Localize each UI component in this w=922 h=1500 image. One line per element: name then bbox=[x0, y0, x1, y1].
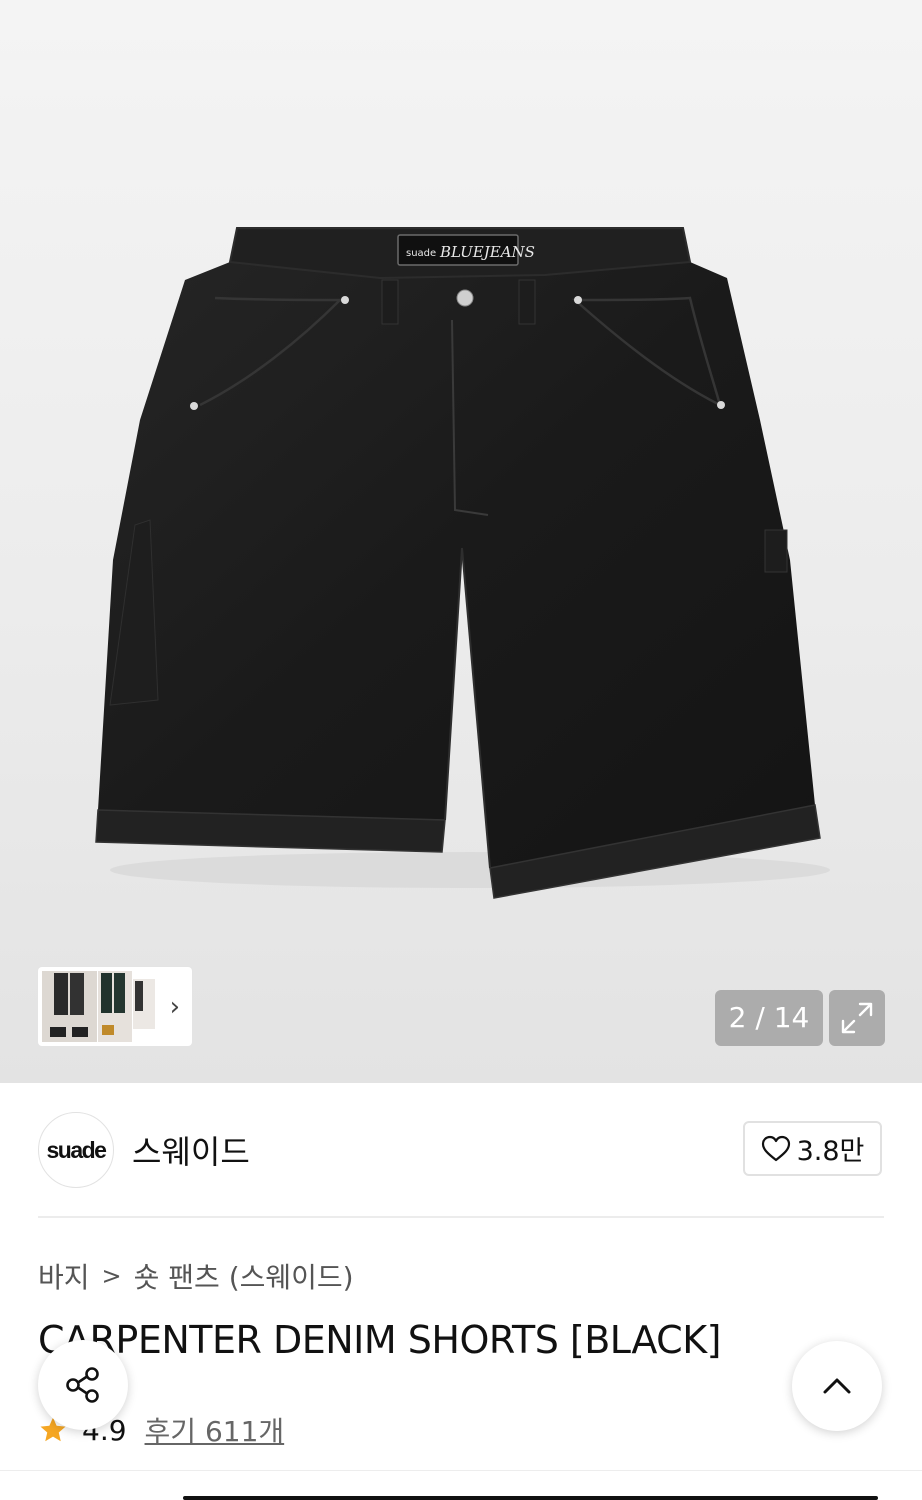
product-photo-shorts: suade BLUEJEANS bbox=[95, 227, 830, 899]
brand-name[interactable]: 스웨이드 bbox=[132, 1127, 250, 1173]
heart-outline-icon bbox=[761, 1135, 790, 1161]
home-indicator bbox=[183, 1496, 878, 1500]
share-button[interactable] bbox=[38, 1340, 128, 1430]
scroll-top-button[interactable] bbox=[792, 1341, 882, 1431]
section-divider bbox=[38, 1216, 884, 1218]
breadcrumb-subcategory[interactable]: 숏 팬츠 (스웨이드) bbox=[134, 1256, 354, 1296]
image-counter: 2 / 14 bbox=[715, 990, 823, 1046]
thumbnail-images bbox=[42, 971, 155, 1042]
brand-like-button[interactable]: 3.8만 bbox=[743, 1121, 882, 1176]
svg-text:suade: suade bbox=[406, 248, 436, 259]
chevron-right-icon[interactable]: › bbox=[170, 992, 180, 1022]
svg-text:BLUEJEANS: BLUEJEANS bbox=[439, 243, 535, 261]
like-count: 3.8만 bbox=[796, 1136, 865, 1167]
product-image-gallery[interactable]: suade BLUEJEANS › 2 / 14 bbox=[0, 0, 922, 1083]
expand-icon[interactable] bbox=[829, 990, 885, 1046]
chevron-up-icon bbox=[823, 1378, 851, 1394]
breadcrumb: 바지 > 숏 팬츠 (스웨이드) bbox=[38, 1256, 354, 1296]
chevron-right-icon: > bbox=[101, 1262, 122, 1290]
bottom-divider bbox=[0, 1470, 922, 1471]
thumbnail-strip[interactable]: › bbox=[38, 967, 192, 1046]
review-count-link[interactable]: 후기 611개 bbox=[145, 1410, 285, 1450]
breadcrumb-category[interactable]: 바지 bbox=[38, 1256, 90, 1296]
brand-logo[interactable]: suade bbox=[38, 1112, 114, 1188]
product-title: CARPENTER DENIM SHORTS [BLACK] bbox=[38, 1318, 721, 1362]
share-icon bbox=[66, 1367, 99, 1403]
